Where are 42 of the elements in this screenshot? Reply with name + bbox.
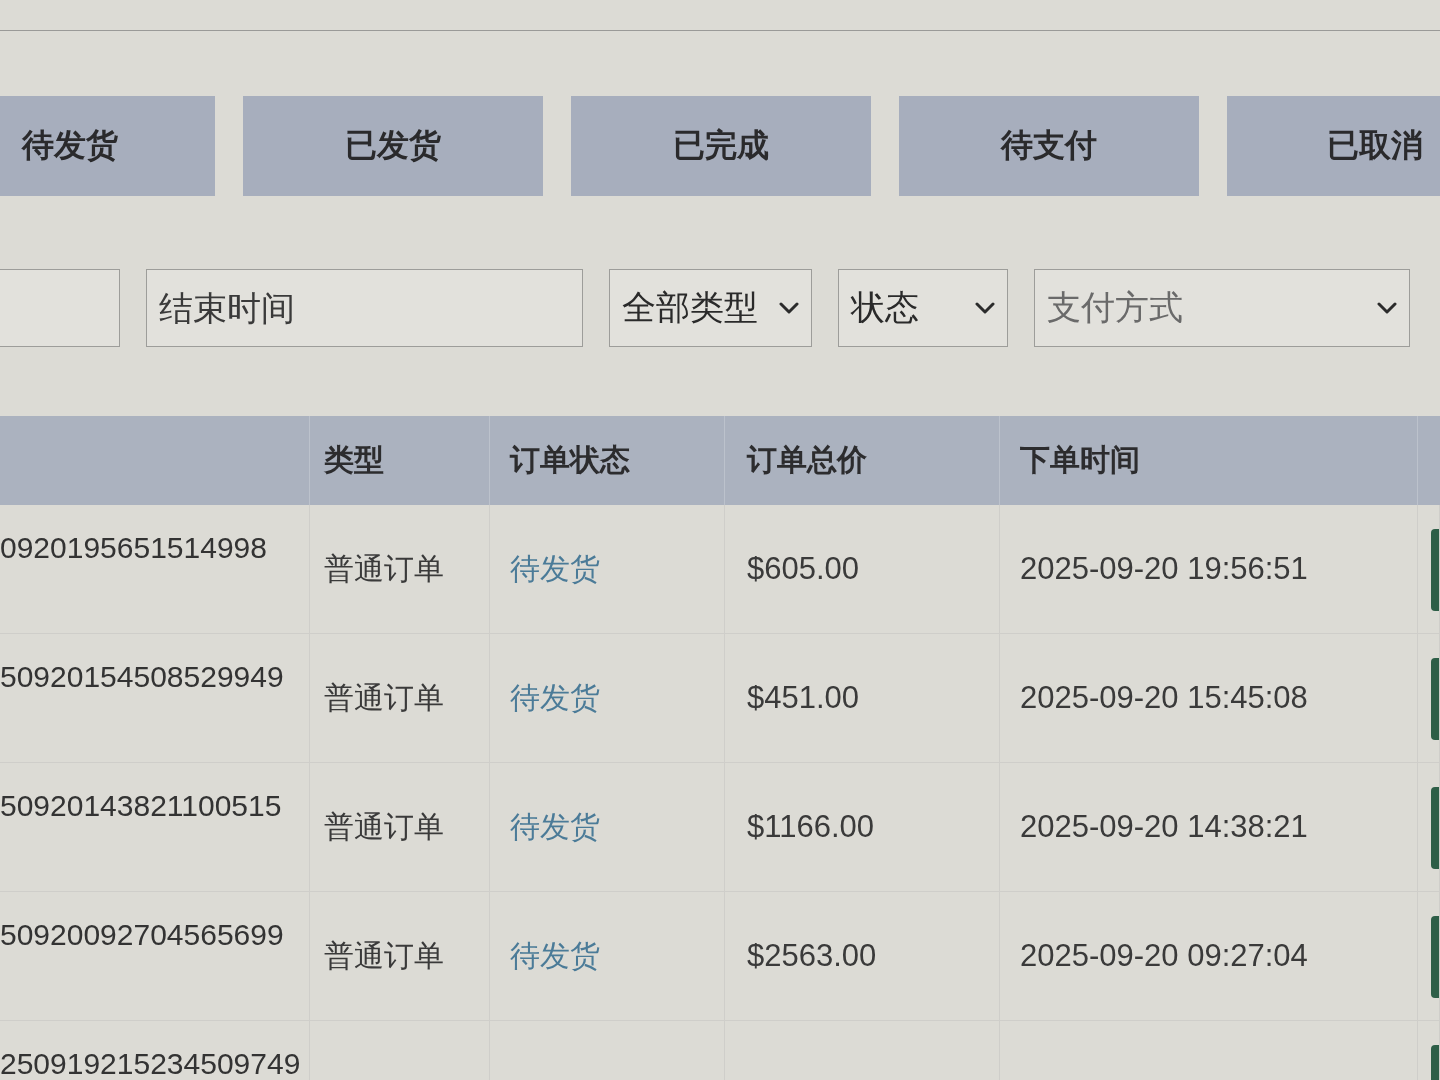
column-header: 订单总价 [747, 441, 867, 479]
dropdown[interactable]: 全部类型 [609, 269, 812, 347]
table-cell: 50920143821100515 [0, 789, 282, 822]
table-cell: $451.00 [747, 680, 860, 715]
status-tab[interactable]: 待发货 [0, 96, 215, 196]
table-cell: $2563.00 [747, 938, 877, 973]
column-header: 下单时间 [1020, 441, 1140, 479]
status-tab[interactable]: 待支付 [899, 96, 1199, 196]
table-cell: $605.00 [747, 551, 860, 586]
status-tab[interactable]: 已取消 [1227, 96, 1440, 196]
action-button[interactable] [1431, 787, 1439, 869]
status-tab[interactable]: 已完成 [571, 96, 871, 196]
chevron-down-icon [1377, 302, 1397, 314]
table-cell: 0920195651514998 [0, 531, 267, 564]
table-cell: 待发货 [510, 809, 600, 844]
column-header: 订单状态 [510, 441, 630, 479]
table-cell: 2025-09-20 09:27:04 [1020, 938, 1308, 973]
dropdown[interactable]: 支付方式 [1034, 269, 1410, 347]
table-cell: 2025-09-20 19:56:51 [1020, 551, 1308, 586]
table-cell: 普通订单 [324, 938, 444, 973]
table-cell: 2025-09-20 14:38:21 [1020, 809, 1308, 844]
chevron-down-icon [975, 302, 995, 314]
table-cell: 待发货 [510, 680, 600, 715]
action-button[interactable] [1431, 529, 1439, 611]
dropdown[interactable]: 状态 [838, 269, 1008, 347]
status-tab[interactable]: 已发货 [243, 96, 543, 196]
table-cell: 普通订单 [324, 809, 444, 844]
input-field[interactable] [0, 269, 120, 347]
table-cell: $1166.00 [747, 809, 874, 844]
table-cell: 2025-09-20 15:45:08 [1020, 680, 1308, 715]
action-button[interactable] [1431, 916, 1439, 998]
chevron-down-icon [779, 302, 799, 314]
action-button[interactable] [1431, 658, 1439, 740]
table-cell: 50920092704565699 [0, 918, 284, 951]
table-cell: 普通订单 [324, 680, 444, 715]
table-cell: 250919215234509749 [0, 1047, 301, 1080]
table-cell: 50920154508529949 [0, 660, 284, 693]
table-cell: 待发货 [510, 551, 600, 586]
table-cell: 普通订单 [324, 551, 444, 586]
column-header: 类型 [324, 441, 384, 479]
input-field[interactable]: 结束时间 [146, 269, 583, 347]
table-cell: 待发货 [510, 938, 600, 973]
